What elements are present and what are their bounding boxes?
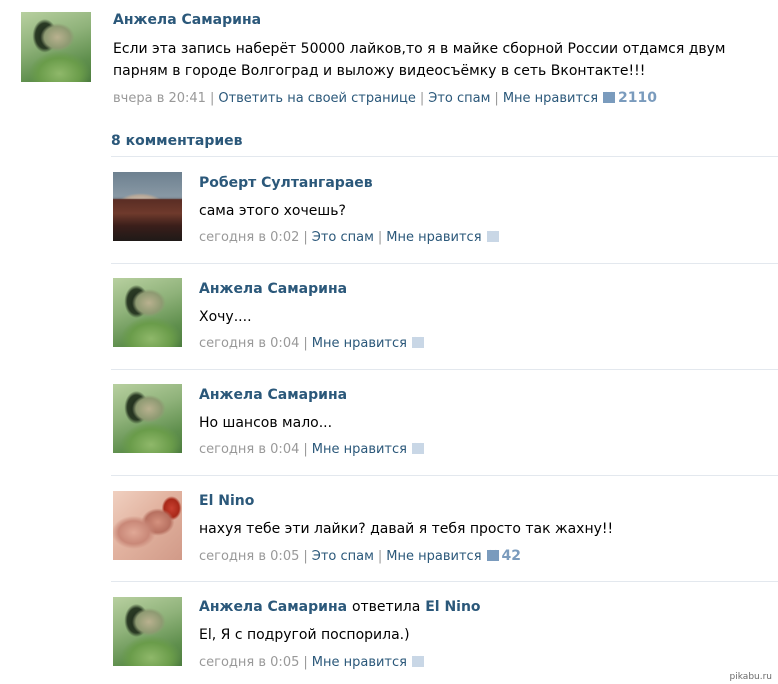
post-text: Если эта запись наберёт 50000 лайков,то …: [113, 41, 726, 79]
heart-icon[interactable]: [603, 92, 616, 103]
comment-time[interactable]: сегодня в 0:02: [199, 230, 299, 245]
comment-time[interactable]: сегодня в 0:04: [199, 336, 299, 351]
comment-avatar[interactable]: [113, 597, 182, 666]
post-meta: вчера в 20:41 | Ответить на своей странице…: [113, 90, 657, 106]
comment-meta: сегодня в 0:05 | Мне нравится: [199, 655, 427, 670]
comment-author-name[interactable]: Анжела Самарина: [199, 281, 347, 297]
like-button[interactable]: Мне нравится: [503, 91, 598, 106]
spam-link[interactable]: Это спам: [428, 91, 490, 106]
like-count[interactable]: 2110: [618, 90, 657, 106]
reply-word: ответила: [351, 599, 421, 615]
divider: [111, 475, 778, 476]
spam-link[interactable]: Это спам: [312, 549, 374, 564]
comment-author-name[interactable]: Анжела Самарина: [199, 387, 347, 403]
comment-avatar[interactable]: [113, 172, 182, 241]
comment-avatar[interactable]: [113, 278, 182, 347]
comment-meta: сегодня в 0:04 | Мне нравится: [199, 442, 427, 457]
heart-icon[interactable]: [486, 231, 499, 242]
divider: [111, 369, 778, 370]
comment-avatar[interactable]: [113, 491, 182, 560]
post-author-avatar[interactable]: [21, 12, 91, 82]
comment-time[interactable]: сегодня в 0:05: [199, 549, 299, 564]
like-count[interactable]: 42: [502, 548, 521, 564]
like-button[interactable]: Мне нравится: [312, 442, 407, 457]
comment-meta: сегодня в 0:04 | Мне нравится: [199, 336, 427, 351]
spam-link[interactable]: Это спам: [312, 230, 374, 245]
comment-text: El, Я с подругой поспорила.): [199, 627, 410, 643]
like-button[interactable]: Мне нравится: [386, 549, 481, 564]
like-button[interactable]: Мне нравится: [386, 230, 481, 245]
comment-meta: сегодня в 0:05 | Это спам | Мне нравится 42: [199, 548, 521, 564]
comment-avatar[interactable]: [113, 384, 182, 453]
heart-icon[interactable]: [411, 337, 424, 348]
comment-author-name[interactable]: Анжела Самарина: [199, 599, 347, 615]
divider: [111, 581, 778, 582]
divider: [111, 263, 778, 264]
comment-text: нахуя тебе эти лайки? давай я тебя прост…: [199, 521, 614, 537]
post-author-name[interactable]: Анжела Самарина: [113, 12, 261, 28]
comment-text: сама этого хочешь?: [199, 203, 346, 219]
divider: [111, 156, 778, 157]
comments-count-header[interactable]: 8 комментариев: [111, 133, 243, 149]
like-button[interactable]: Мне нравится: [312, 655, 407, 670]
comment-author-name[interactable]: El Nino: [199, 493, 254, 509]
comment-text: Хочу....: [199, 309, 252, 325]
reply-to-name[interactable]: El Nino: [425, 599, 480, 615]
comment-author-line: Анжела Самарина ответила El Nino: [199, 599, 481, 615]
comment-time[interactable]: сегодня в 0:04: [199, 442, 299, 457]
reply-on-page-link[interactable]: Ответить на своей странице: [218, 91, 416, 106]
heart-icon[interactable]: [411, 656, 424, 667]
comment-author-name[interactable]: Роберт Султангараев: [199, 175, 373, 191]
comment-time[interactable]: сегодня в 0:05: [199, 655, 299, 670]
post-time[interactable]: вчера в 20:41: [113, 91, 206, 106]
heart-icon[interactable]: [411, 443, 424, 454]
like-button[interactable]: Мне нравится: [312, 336, 407, 351]
comment-text: Но шансов мало...: [199, 415, 333, 431]
heart-icon[interactable]: [486, 550, 499, 561]
comment-meta: сегодня в 0:02 | Это спам | Мне нравится: [199, 230, 502, 245]
watermark: pikabu.ru: [729, 672, 772, 682]
